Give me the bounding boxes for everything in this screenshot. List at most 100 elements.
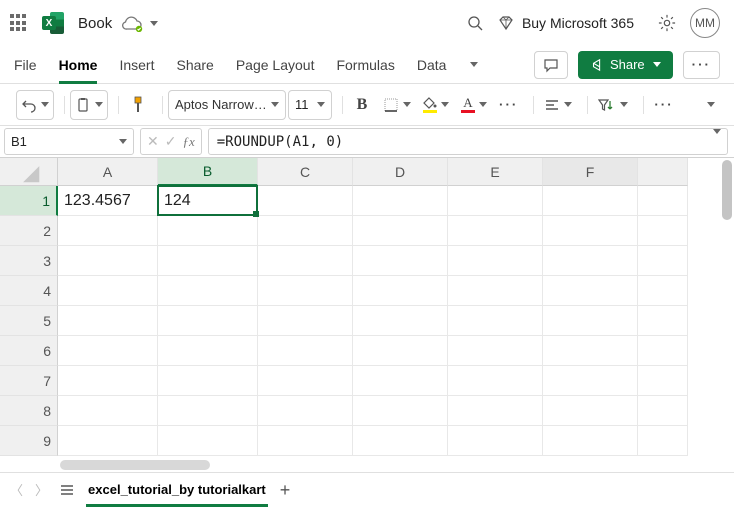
sheet-tab[interactable]: excel_tutorial_by tutorialkart — [86, 478, 268, 501]
row-header-1[interactable]: 1 — [0, 186, 58, 216]
font-more-button[interactable]: ··· — [494, 90, 523, 120]
cell-d4[interactable] — [353, 276, 448, 306]
cell-f4[interactable] — [543, 276, 638, 306]
cell-a6[interactable] — [58, 336, 158, 366]
cell-c8[interactable] — [258, 396, 353, 426]
tab-home[interactable]: Home — [59, 46, 98, 83]
bold-button[interactable]: B — [348, 90, 376, 120]
cell-d9[interactable] — [353, 426, 448, 456]
tab-formulas[interactable]: Formulas — [336, 46, 394, 83]
cell-b1[interactable]: 124 — [158, 186, 258, 216]
cell-c4[interactable] — [258, 276, 353, 306]
column-header-f[interactable]: F — [543, 158, 638, 186]
add-sheet-button[interactable]: + — [280, 481, 291, 499]
borders-button[interactable] — [378, 90, 416, 120]
cell-g6[interactable] — [638, 336, 688, 366]
cell-a2[interactable] — [58, 216, 158, 246]
cell-d8[interactable] — [353, 396, 448, 426]
ribbon-options-button[interactable]: ··· — [683, 51, 720, 79]
tab-file[interactable]: File — [14, 46, 37, 83]
align-button[interactable] — [539, 90, 577, 120]
document-name[interactable]: Book — [78, 15, 158, 32]
cell-b3[interactable] — [158, 246, 258, 276]
cell-g1[interactable] — [638, 186, 688, 216]
select-all-corner[interactable] — [0, 158, 58, 186]
font-name-select[interactable]: Aptos Narrow (... — [168, 90, 286, 120]
column-header-c[interactable]: C — [258, 158, 353, 186]
tab-data[interactable]: Data — [417, 46, 447, 83]
filter-sort-button[interactable] — [593, 90, 633, 120]
comments-button[interactable] — [534, 51, 568, 79]
formula-input[interactable]: =ROUNDUP(A1, 0) — [208, 128, 728, 155]
app-launcher-icon[interactable] — [10, 14, 28, 32]
cell-b5[interactable] — [158, 306, 258, 336]
cell-b6[interactable] — [158, 336, 258, 366]
cell-d6[interactable] — [353, 336, 448, 366]
column-header-b[interactable]: B — [158, 158, 258, 186]
cell-e8[interactable] — [448, 396, 543, 426]
cell-g3[interactable] — [638, 246, 688, 276]
cell-b2[interactable] — [158, 216, 258, 246]
row-header-3[interactable]: 3 — [0, 246, 58, 276]
cell-f1[interactable] — [543, 186, 638, 216]
cell-e7[interactable] — [448, 366, 543, 396]
expand-formula-bar-icon[interactable] — [711, 134, 721, 150]
fill-color-button[interactable] — [418, 90, 454, 120]
cell-d1[interactable] — [353, 186, 448, 216]
cell-a9[interactable] — [58, 426, 158, 456]
buy-microsoft-button[interactable]: Buy Microsoft 365 — [498, 15, 634, 31]
cell-f6[interactable] — [543, 336, 638, 366]
cell-e1[interactable] — [448, 186, 543, 216]
cell-c9[interactable] — [258, 426, 353, 456]
cell-g2[interactable] — [638, 216, 688, 246]
cell-b9[interactable] — [158, 426, 258, 456]
cancel-formula-icon[interactable]: ✕ — [147, 133, 159, 150]
column-header-d[interactable]: D — [353, 158, 448, 186]
cell-f8[interactable] — [543, 396, 638, 426]
cell-c7[interactable] — [258, 366, 353, 396]
cell-e3[interactable] — [448, 246, 543, 276]
tab-share[interactable]: Share — [176, 46, 213, 83]
cell-c6[interactable] — [258, 336, 353, 366]
cell-g4[interactable] — [638, 276, 688, 306]
cell-c5[interactable] — [258, 306, 353, 336]
cell-f5[interactable] — [543, 306, 638, 336]
cell-d3[interactable] — [353, 246, 448, 276]
cell-e5[interactable] — [448, 306, 543, 336]
format-painter-button[interactable] — [124, 90, 152, 120]
cell-a8[interactable] — [58, 396, 158, 426]
column-header-a[interactable]: A — [58, 158, 158, 186]
next-sheet-button[interactable]: 〉 — [35, 480, 48, 499]
settings-gear-icon[interactable] — [658, 14, 676, 32]
accept-formula-icon[interactable]: ✓ — [165, 133, 177, 150]
column-header-g[interactable] — [638, 158, 688, 186]
cell-g9[interactable] — [638, 426, 688, 456]
prev-sheet-button[interactable]: 〈 — [10, 480, 23, 499]
share-button[interactable]: Share — [578, 51, 673, 79]
horizontal-scrollbar[interactable] — [0, 458, 734, 472]
cell-a4[interactable] — [58, 276, 158, 306]
cell-a7[interactable] — [58, 366, 158, 396]
row-header-2[interactable]: 2 — [0, 216, 58, 246]
toolbar-more-button[interactable]: ··· — [649, 90, 678, 120]
tab-page-layout[interactable]: Page Layout — [236, 46, 315, 83]
cell-a1[interactable]: 123.4567 — [58, 186, 158, 216]
column-header-e[interactable]: E — [448, 158, 543, 186]
row-header-4[interactable]: 4 — [0, 276, 58, 306]
search-icon[interactable] — [466, 14, 484, 32]
cell-a5[interactable] — [58, 306, 158, 336]
cell-c1[interactable] — [258, 186, 353, 216]
font-color-button[interactable]: A — [456, 90, 492, 120]
cell-b8[interactable] — [158, 396, 258, 426]
row-header-7[interactable]: 7 — [0, 366, 58, 396]
cell-b7[interactable] — [158, 366, 258, 396]
cell-g7[interactable] — [638, 366, 688, 396]
cell-e9[interactable] — [448, 426, 543, 456]
cell-f3[interactable] — [543, 246, 638, 276]
cell-c3[interactable] — [258, 246, 353, 276]
all-sheets-icon[interactable] — [60, 484, 74, 496]
cell-f2[interactable] — [543, 216, 638, 246]
spreadsheet-grid[interactable]: A B C D E F 1 123.4567 124 2 3 4 5 6 7 8… — [0, 158, 734, 456]
paste-button[interactable] — [70, 90, 108, 120]
cell-d7[interactable] — [353, 366, 448, 396]
